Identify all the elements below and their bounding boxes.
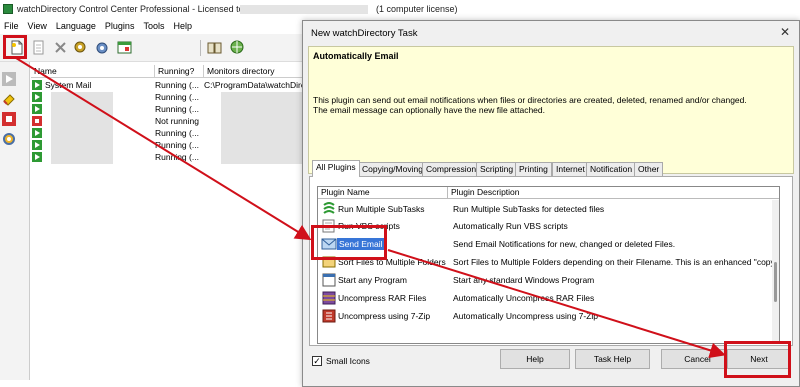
tab-printing[interactable]: Printing <box>515 162 552 176</box>
stop-icon[interactable] <box>2 112 16 126</box>
plugin-description-line2: The email message can optionally have th… <box>313 105 545 115</box>
plugin-name: Start any Program <box>338 275 407 285</box>
plugin-description: Send Email Notifications for new, change… <box>453 239 676 249</box>
web-help-icon[interactable] <box>229 39 246 56</box>
tab-other[interactable]: Other <box>634 162 664 176</box>
book-icon[interactable] <box>206 39 223 56</box>
highlight-new-task <box>3 35 27 59</box>
status-running-icon <box>32 128 42 138</box>
left-toolbar <box>0 62 30 380</box>
highlight-next <box>724 341 791 378</box>
task-running-state: Running (... <box>155 152 199 162</box>
list-item[interactable]: Run Multiple SubTasks Run Multiple SubTa… <box>318 200 773 218</box>
window-title: watchDirectory Control Center Profession… <box>17 4 244 14</box>
dialog-title: New watchDirectory Task <box>311 28 418 39</box>
plugin-name: Uncompress RAR Files <box>338 293 427 303</box>
tools-icon[interactable] <box>72 39 89 56</box>
menu-file[interactable]: File <box>0 19 24 34</box>
play-icon[interactable] <box>2 72 16 86</box>
plugin-name: Run Multiple SubTasks <box>338 204 425 214</box>
status-running-icon <box>32 80 42 90</box>
tab-notification[interactable]: Notification <box>586 162 637 176</box>
task-running-state: Running (... <box>155 92 199 102</box>
plugin-description: Start any standard Windows Program <box>453 275 595 285</box>
plugin-description: Automatically Uncompress RAR Files <box>453 293 595 303</box>
column-header-directory[interactable]: Monitors directory <box>204 65 306 78</box>
zip-icon <box>321 308 337 324</box>
column-header-plugin-description[interactable]: Plugin Description <box>448 187 779 199</box>
eraser-icon[interactable] <box>2 92 16 106</box>
app-icon <box>3 4 13 14</box>
small-icons-checkbox[interactable]: ✓ <box>312 356 322 366</box>
edit-task-icon[interactable] <box>30 39 47 56</box>
tab-scripting[interactable]: Scripting <box>476 162 518 176</box>
task-running-state: Running (... <box>155 140 199 150</box>
tab-copying-moving[interactable]: Copying/Moving <box>358 162 427 176</box>
main-toolbar <box>0 34 305 62</box>
rar-icon <box>321 290 337 306</box>
highlight-send-email <box>311 225 387 260</box>
status-stopped-icon <box>32 116 42 126</box>
toolbar-separator <box>200 40 201 56</box>
table-row[interactable]: System Mail Running (... C:\ProgramData\… <box>31 79 306 91</box>
status-running-icon <box>32 152 42 162</box>
column-header-name[interactable]: Name <box>31 65 155 78</box>
scrollbar-thumb[interactable] <box>774 262 777 302</box>
plugin-description: Run Multiple SubTasks for detected files <box>453 204 605 214</box>
plugin-description-line1: This plugin can send out email notificat… <box>313 95 747 105</box>
status-running-icon <box>32 104 42 114</box>
list-item[interactable]: Uncompress RAR Files Automatically Uncom… <box>318 289 773 307</box>
small-icons-label: Small Icons <box>326 356 370 366</box>
delete-task-icon[interactable] <box>52 39 69 56</box>
subtasks-icon <box>321 201 337 217</box>
menu-tools[interactable]: Tools <box>139 19 169 34</box>
status-running-icon <box>32 140 42 150</box>
task-name: System Mail <box>45 80 92 90</box>
plugin-description: Sort Files to Multiple Folders depending… <box>453 257 780 267</box>
blurred-directories <box>221 92 306 164</box>
plugin-description: Automatically Uncompress using 7-Zip <box>453 311 599 321</box>
task-running-state: Running (... <box>155 104 199 114</box>
task-directory: C:\ProgramData\watchDirect <box>204 80 306 90</box>
tab-internet[interactable]: Internet <box>552 162 589 176</box>
status-running-icon <box>32 92 42 102</box>
menu-view[interactable]: View <box>24 19 52 34</box>
tab-all-plugins[interactable]: All Plugins <box>312 160 360 177</box>
new-task-dialog: New watchDirectory Task ✕ Automatically … <box>302 20 800 387</box>
task-list: Name Running? Monitors directory System … <box>31 62 306 380</box>
plugin-description: Automatically Run VBS scripts <box>453 221 568 231</box>
window-icon[interactable] <box>116 39 133 56</box>
plugin-list-scrollbar[interactable] <box>772 200 779 343</box>
task-running-state: Running (... <box>155 128 199 138</box>
plugin-name: Uncompress using 7-Zip <box>338 311 431 321</box>
column-header-plugin-name[interactable]: Plugin Name <box>318 187 448 199</box>
settings-icon[interactable] <box>94 39 111 56</box>
plugin-list: Plugin Name Plugin Description Run Multi… <box>317 186 780 344</box>
close-icon[interactable]: ✕ <box>776 24 794 40</box>
tab-panel-all-plugins: Plugin Name Plugin Description Run Multi… <box>309 176 793 346</box>
main-titlebar: watchDirectory Control Center Profession… <box>0 0 800 19</box>
blurred-task-names <box>51 92 113 164</box>
list-item[interactable]: Start any Program Start any standard Win… <box>318 271 773 289</box>
tab-compression[interactable]: Compression <box>422 162 481 176</box>
list-item[interactable]: Uncompress using 7-Zip Automatically Unc… <box>318 307 773 325</box>
redacted-licensee <box>240 5 368 14</box>
program-icon <box>321 272 337 288</box>
task-running-state: Running (... <box>155 80 199 90</box>
column-header-running[interactable]: Running? <box>155 65 204 78</box>
plugin-heading: Automatically Email <box>313 51 399 61</box>
gear-icon[interactable] <box>2 132 16 146</box>
menu-help[interactable]: Help <box>169 19 197 34</box>
task-running-state: Not running <box>155 116 199 126</box>
task-help-button[interactable]: Task Help <box>575 349 650 369</box>
help-button[interactable]: Help <box>500 349 570 369</box>
plugin-info-panel: Automatically Email This plugin can send… <box>308 46 794 174</box>
license-text: (1 computer license) <box>376 4 458 14</box>
menu-language[interactable]: Language <box>52 19 101 34</box>
menu-plugins[interactable]: Plugins <box>101 19 140 34</box>
